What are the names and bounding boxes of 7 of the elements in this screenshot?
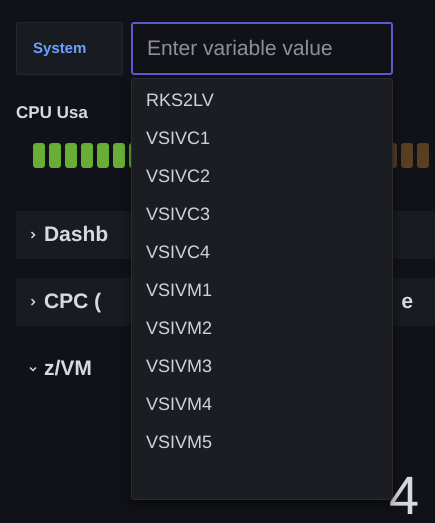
variable-label: System: [16, 22, 123, 76]
stat-value: 4: [388, 469, 419, 523]
panel-title: CPU Usa: [16, 103, 88, 124]
row-title-fragment: e: [401, 290, 413, 314]
row-title: z/VM: [44, 357, 92, 381]
row-title: CPC (: [44, 290, 102, 314]
row-title: Dashb: [44, 223, 108, 247]
